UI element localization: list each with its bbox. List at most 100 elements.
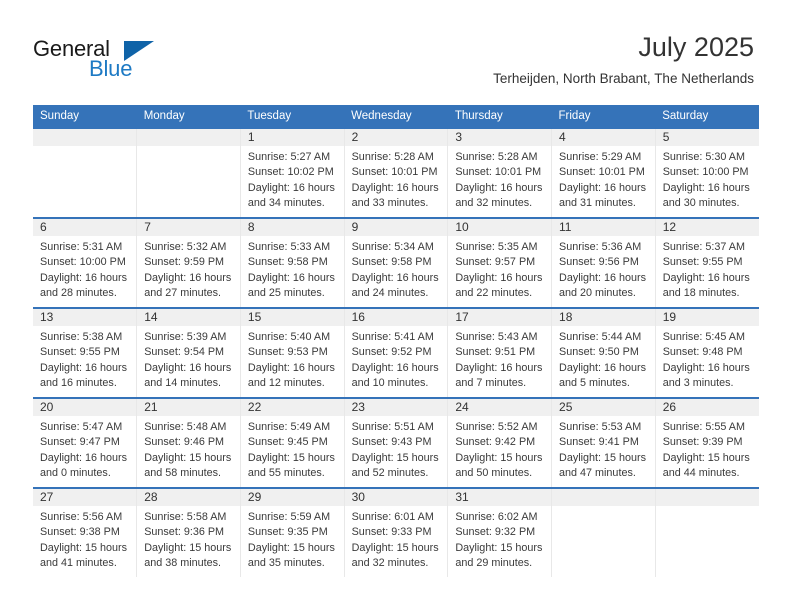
day-details: Sunrise: 5:59 AM Sunset: 9:35 PM Daylight:… xyxy=(241,506,344,571)
general-blue-logo[interactable]: General Blue xyxy=(33,36,163,82)
day-details: Sunrise: 5:43 AM Sunset: 9:51 PM Daylight:… xyxy=(448,326,551,391)
location-subtitle: Terheijden, North Brabant, The Netherlan… xyxy=(493,71,754,86)
logo-text-blue: Blue xyxy=(89,56,133,81)
sunrise-text: Sunrise: 6:02 AM xyxy=(455,511,538,523)
calendar-day-cell[interactable]: 16 Sunrise: 5:41 AM Sunset: 9:52 PM Dayligh… xyxy=(344,307,449,398)
calendar-day-cell[interactable]: 31 Sunrise: 6:02 AM Sunset: 9:32 PM Dayligh… xyxy=(447,487,553,577)
calendar-day-cell[interactable]: 26 Sunrise: 5:55 AM Sunset: 9:39 PM Dayligh… xyxy=(655,397,759,488)
day-number: 18 xyxy=(552,309,655,326)
calendar-day-cell[interactable]: 28 Sunrise: 5:58 AM Sunset: 9:36 PM Dayligh… xyxy=(136,487,241,577)
day-number: 26 xyxy=(655,399,759,416)
day-number: 3 xyxy=(448,129,552,146)
calendar-day-cell[interactable]: 5 Sunrise: 5:30 AM Sunset: 10:00 PM Dayligh… xyxy=(655,127,759,218)
calendar-day-cell[interactable]: 7 Sunrise: 5:32 AM Sunset: 9:59 PM Daylight… xyxy=(136,217,241,308)
daylight-text: Daylight: 16 hours xyxy=(662,181,750,194)
calendar-day-cell[interactable]: 14 Sunrise: 5:39 AM Sunset: 9:54 PM Dayligh… xyxy=(136,307,241,398)
calendar-day-cell[interactable]: 8 Sunrise: 5:33 AM Sunset: 9:58 PM Daylight… xyxy=(240,217,345,308)
calendar-day-cell[interactable]: 15 Sunrise: 5:40 AM Sunset: 9:53 PM Dayligh… xyxy=(240,307,345,398)
calendar-day-cell[interactable]: 21 Sunrise: 5:48 AM Sunset: 9:46 PM Dayligh… xyxy=(136,397,241,488)
day-details: Sunrise: 5:31 AM Sunset: 10:00 PM Daylight… xyxy=(33,236,136,301)
calendar-day-cell[interactable]: 27 Sunrise: 5:56 AM Sunset: 9:38 PM Dayligh… xyxy=(33,487,138,577)
sunset-text: Sunset: 9:47 PM xyxy=(40,436,120,449)
sunset-text: Sunset: 9:59 PM xyxy=(144,256,225,269)
day-details: Sunrise: 5:49 AM Sunset: 9:45 PM Daylight:… xyxy=(241,416,344,481)
calendar-day-cell[interactable]: 9 Sunrise: 5:34 AM Sunset: 9:58 PM Daylight… xyxy=(344,217,449,308)
sunset-text: Sunset: 9:58 PM xyxy=(351,256,432,269)
sunset-text: Sunset: 10:02 PM xyxy=(247,166,334,179)
sunset-text: Sunset: 9:32 PM xyxy=(455,526,536,539)
calendar-day-cell[interactable]: 18 Sunrise: 5:44 AM Sunset: 9:50 PM Dayligh… xyxy=(551,307,656,398)
sunrise-text: Sunrise: 5:37 AM xyxy=(662,241,745,253)
calendar-day-cell[interactable]: 12 Sunrise: 5:37 AM Sunset: 9:55 PM Dayligh… xyxy=(655,217,759,308)
weekday-header-row: Sunday Monday Tuesday Wednesday Thursday… xyxy=(33,105,759,128)
calendar-day-cell[interactable]: 11 Sunrise: 5:36 AM Sunset: 9:56 PM Dayligh… xyxy=(551,217,656,308)
calendar-week-row: 1 Sunrise: 5:27 AM Sunset: 10:02 PM Dayligh… xyxy=(33,127,759,218)
daylight-text: and 3 minutes. xyxy=(662,376,734,389)
daylight-text: Daylight: 15 hours xyxy=(662,451,750,464)
calendar-day-cell[interactable]: 30 Sunrise: 6:01 AM Sunset: 9:33 PM Dayligh… xyxy=(344,487,449,577)
sunrise-text: Sunrise: 5:55 AM xyxy=(662,421,745,433)
day-number: 31 xyxy=(448,489,552,506)
daylight-text: and 35 minutes. xyxy=(247,556,325,569)
day-number xyxy=(33,129,137,146)
sunrise-text: Sunrise: 5:28 AM xyxy=(351,151,434,163)
sunset-text: Sunset: 9:33 PM xyxy=(351,526,432,539)
day-details: Sunrise: 6:02 AM Sunset: 9:32 PM Daylight:… xyxy=(448,506,551,571)
sunset-text: Sunset: 10:01 PM xyxy=(351,166,438,179)
sunrise-text: Sunrise: 5:53 AM xyxy=(559,421,642,433)
day-details: Sunrise: 5:34 AM Sunset: 9:58 PM Daylight:… xyxy=(345,236,448,301)
calendar-day-cell[interactable]: 23 Sunrise: 5:51 AM Sunset: 9:43 PM Dayligh… xyxy=(344,397,449,488)
calendar-day-cell[interactable]: 4 Sunrise: 5:29 AM Sunset: 10:01 PM Dayligh… xyxy=(551,127,656,218)
daylight-text: and 50 minutes. xyxy=(455,466,533,479)
calendar-day-cell[interactable]: 1 Sunrise: 5:27 AM Sunset: 10:02 PM Dayligh… xyxy=(240,127,345,218)
calendar-day-cell[interactable]: 10 Sunrise: 5:35 AM Sunset: 9:57 PM Dayligh… xyxy=(447,217,553,308)
calendar-day-cell[interactable]: 29 Sunrise: 5:59 AM Sunset: 9:35 PM Dayligh… xyxy=(240,487,345,577)
sunrise-text: Sunrise: 5:47 AM xyxy=(40,421,123,433)
day-details: Sunrise: 5:38 AM Sunset: 9:55 PM Daylight:… xyxy=(33,326,136,391)
sunrise-text: Sunrise: 5:56 AM xyxy=(40,511,123,523)
title-block: July 2025 Terheijden, North Brabant, The… xyxy=(493,30,754,89)
day-details: Sunrise: 5:51 AM Sunset: 9:43 PM Daylight:… xyxy=(345,416,448,481)
day-details: Sunrise: 5:44 AM Sunset: 9:50 PM Daylight:… xyxy=(552,326,655,391)
calendar-day-cell[interactable]: 3 Sunrise: 5:28 AM Sunset: 10:01 PM Dayligh… xyxy=(447,127,553,218)
daylight-text: Daylight: 16 hours xyxy=(144,271,232,284)
calendar-day-cell[interactable]: 22 Sunrise: 5:49 AM Sunset: 9:45 PM Dayligh… xyxy=(240,397,345,488)
sunset-text: Sunset: 9:53 PM xyxy=(247,346,328,359)
daylight-text: and 12 minutes. xyxy=(247,376,325,389)
day-details: Sunrise: 5:45 AM Sunset: 9:48 PM Daylight:… xyxy=(656,326,759,391)
daylight-text: Daylight: 16 hours xyxy=(247,361,335,374)
daylight-text: Daylight: 16 hours xyxy=(40,361,128,374)
daylight-text: Daylight: 15 hours xyxy=(247,451,335,464)
day-number: 28 xyxy=(137,489,240,506)
calendar-day-cell[interactable]: 13 Sunrise: 5:38 AM Sunset: 9:55 PM Dayligh… xyxy=(33,307,138,398)
calendar-day-cell[interactable]: 2 Sunrise: 5:28 AM Sunset: 10:01 PM Dayligh… xyxy=(344,127,449,218)
daylight-text: and 47 minutes. xyxy=(559,466,636,479)
sunset-text: Sunset: 9:55 PM xyxy=(662,256,743,269)
calendar-day-cell[interactable]: 24 Sunrise: 5:52 AM Sunset: 9:42 PM Dayligh… xyxy=(447,397,553,488)
weekday-header-thursday: Thursday xyxy=(447,105,552,128)
calendar-day-cell[interactable]: 17 Sunrise: 5:43 AM Sunset: 9:51 PM Dayligh… xyxy=(447,307,553,398)
weekday-header-tuesday: Tuesday xyxy=(240,105,345,128)
day-details: Sunrise: 5:48 AM Sunset: 9:46 PM Daylight:… xyxy=(137,416,240,481)
daylight-text: and 7 minutes. xyxy=(455,376,527,389)
calendar-day-cell[interactable]: 25 Sunrise: 5:53 AM Sunset: 9:41 PM Dayligh… xyxy=(551,397,656,488)
day-details: Sunrise: 5:53 AM Sunset: 9:41 PM Daylight:… xyxy=(552,416,655,481)
day-number xyxy=(655,489,759,506)
sunset-text: Sunset: 9:50 PM xyxy=(559,346,639,359)
day-number: 14 xyxy=(137,309,240,326)
sunrise-text: Sunrise: 5:29 AM xyxy=(559,151,642,163)
calendar-day-cell[interactable]: 19 Sunrise: 5:45 AM Sunset: 9:48 PM Dayligh… xyxy=(655,307,759,398)
day-number: 19 xyxy=(655,309,759,326)
daylight-text: and 33 minutes. xyxy=(351,196,429,209)
day-details: Sunrise: 5:56 AM Sunset: 9:38 PM Daylight:… xyxy=(33,506,136,571)
daylight-text: and 22 minutes. xyxy=(455,286,533,299)
daylight-text: Daylight: 15 hours xyxy=(351,451,439,464)
sunrise-text: Sunrise: 5:58 AM xyxy=(144,511,227,523)
daylight-text: and 32 minutes. xyxy=(351,556,429,569)
sunrise-text: Sunrise: 5:36 AM xyxy=(559,241,642,253)
daylight-text: and 52 minutes. xyxy=(351,466,429,479)
calendar-day-cell[interactable]: 20 Sunrise: 5:47 AM Sunset: 9:47 PM Dayligh… xyxy=(33,397,138,488)
sunset-text: Sunset: 9:48 PM xyxy=(662,346,743,359)
calendar-day-cell[interactable]: 6 Sunrise: 5:31 AM Sunset: 10:00 PM Dayligh… xyxy=(33,217,138,308)
sunrise-text: Sunrise: 5:43 AM xyxy=(455,331,538,343)
